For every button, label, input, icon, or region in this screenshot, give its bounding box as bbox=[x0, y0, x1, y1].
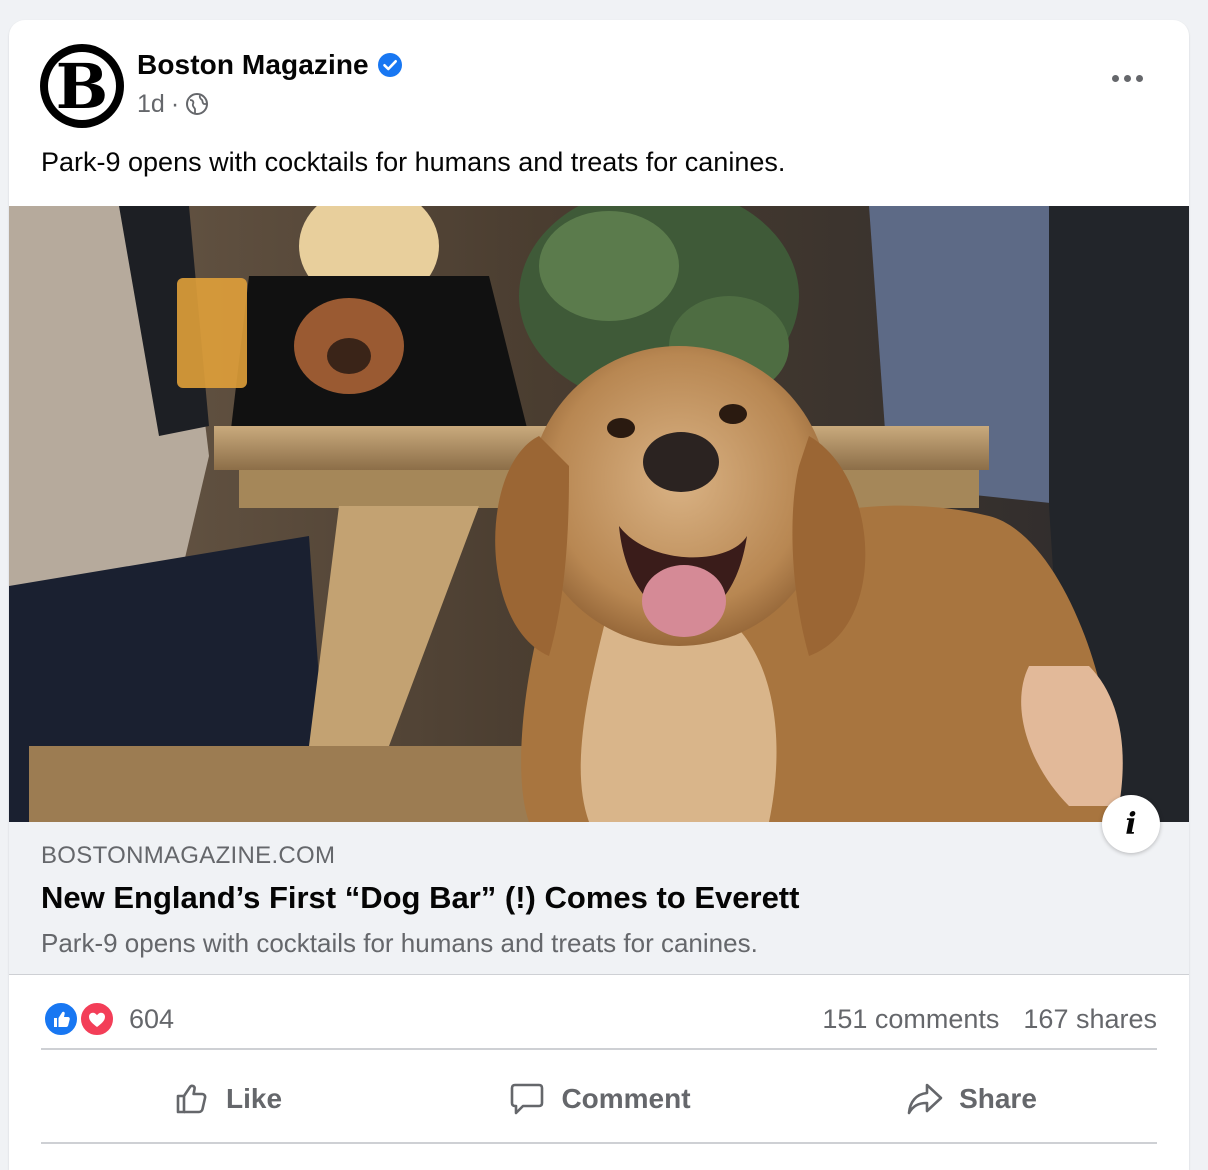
meta-separator: · bbox=[170, 89, 180, 118]
comment-share-counts: 151 comments 167 shares bbox=[822, 1004, 1157, 1035]
ad-info-button[interactable]: i bbox=[1102, 795, 1160, 853]
link-title: New England’s First “Dog Bar” (!) Comes … bbox=[41, 880, 800, 915]
avatar-logo-letter: B bbox=[55, 50, 109, 123]
reaction-count: 604 bbox=[129, 1003, 175, 1034]
share-label: Share bbox=[959, 1083, 1037, 1114]
share-button[interactable]: Share bbox=[785, 1056, 1157, 1142]
globe-icon bbox=[185, 92, 209, 116]
more-horizontal-icon bbox=[1111, 74, 1143, 82]
reaction-icons bbox=[41, 1001, 121, 1037]
post-meta: 1d · bbox=[137, 88, 209, 120]
page-name-link[interactable]: Boston Magazine bbox=[137, 49, 369, 81]
more-options-button[interactable] bbox=[1097, 58, 1157, 98]
verified-badge-icon bbox=[377, 52, 403, 78]
post-image[interactable] bbox=[9, 206, 1189, 822]
comment-label: Comment bbox=[561, 1083, 691, 1114]
comment-button[interactable]: Comment bbox=[413, 1056, 785, 1142]
post-timestamp[interactable]: 1d bbox=[137, 90, 165, 119]
like-reaction-icon bbox=[43, 1001, 79, 1037]
like-label: Like bbox=[225, 1083, 283, 1114]
reactions-summary[interactable]: 604 bbox=[41, 1001, 174, 1037]
avatar-inner: B bbox=[48, 52, 116, 120]
link-domain: BOSTONMAGAZINE.COM bbox=[41, 842, 336, 869]
share-arrow-icon bbox=[907, 1083, 943, 1115]
info-icon: i bbox=[1125, 806, 1137, 842]
post-actions: Like Comment Share bbox=[41, 1056, 1157, 1144]
engagement-stats: 604 151 comments 167 shares bbox=[41, 990, 1157, 1050]
thumbs-up-icon bbox=[176, 1084, 207, 1114]
link-preview[interactable]: BOSTONMAGAZINE.COM New England’s First “… bbox=[9, 822, 1189, 975]
post-header: B Boston Magazine 1d · bbox=[9, 20, 1189, 140]
dog-bar-photo bbox=[9, 206, 1189, 822]
post-message: Park-9 opens with cocktails for humans a… bbox=[41, 147, 786, 177]
comments-count-link[interactable]: 151 comments bbox=[822, 1004, 999, 1035]
comment-bubble-icon bbox=[511, 1083, 544, 1115]
page-name-row: Boston Magazine bbox=[137, 46, 403, 84]
avatar[interactable]: B bbox=[40, 44, 124, 128]
like-button[interactable]: Like bbox=[41, 1056, 413, 1142]
love-reaction-icon bbox=[79, 1001, 115, 1037]
post-card: B Boston Magazine 1d · Park-9 opens with… bbox=[9, 20, 1189, 1170]
shares-count-link[interactable]: 167 shares bbox=[1023, 1004, 1157, 1035]
link-description: Park-9 opens with cocktails for humans a… bbox=[41, 928, 758, 958]
